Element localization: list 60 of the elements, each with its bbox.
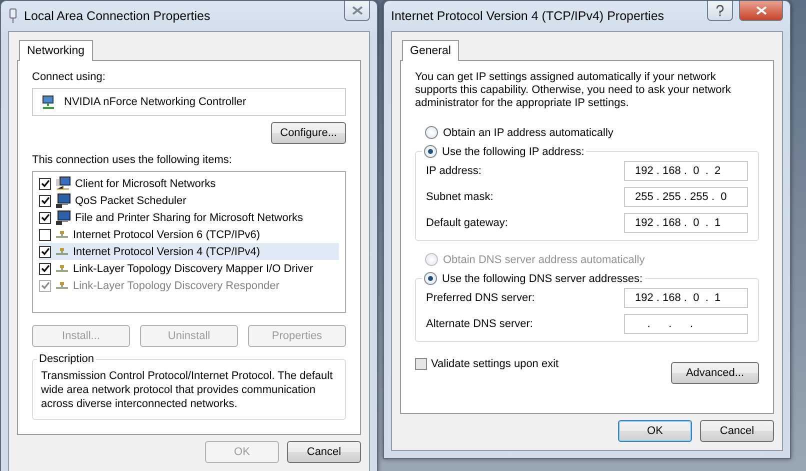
network-protocol-icon (55, 230, 69, 240)
close-button[interactable] (344, 1, 370, 21)
window-title: Local Area Connection Properties (24, 9, 212, 23)
checkbox[interactable] (415, 358, 427, 370)
network-protocol-icon (55, 264, 69, 274)
help-button[interactable] (707, 1, 733, 21)
plug-icon (8, 8, 18, 24)
computer-icon (55, 210, 71, 226)
connect-label: Connect using: (32, 71, 106, 83)
field-label: Preferred DNS server: (426, 292, 535, 304)
description-text: Transmission Control Protocol/Internet Protocol. The default wide area network protocol that provides communication across diverse interconnected networks. (41, 369, 334, 411)
radio-option[interactable]: Obtain an IP address automatically (425, 126, 759, 139)
checkbox[interactable] (39, 228, 51, 240)
group-label: Description (38, 353, 96, 365)
validate-option[interactable]: Validate settings upon exit (415, 358, 559, 370)
network-client-icon (55, 176, 71, 191)
radio-button[interactable] (424, 272, 437, 285)
close-icon (756, 6, 766, 15)
configure-button[interactable]: Configure... (271, 122, 346, 144)
list-item[interactable]: Internet Protocol Version 6 (TCP/IPv6) (39, 226, 339, 243)
window-title: Internet Protocol Version 4 (TCP/IPv4) Properties (391, 9, 666, 23)
list-item[interactable]: Client for Microsoft Networks (39, 175, 339, 192)
ip-address-field[interactable]: 192 . 168 . 0 . 1 (624, 288, 748, 308)
list-item[interactable]: Internet Protocol Version 4 (TCP/IPv4) (39, 243, 339, 260)
network-protocol-icon (55, 280, 69, 290)
radio-button[interactable] (425, 126, 438, 139)
help-icon (716, 4, 724, 16)
adapter-name: NVIDIA nForce Networking Controller (64, 96, 246, 108)
tab[interactable]: Networking (19, 40, 93, 61)
computer-icon (55, 192, 71, 208)
dialog-button[interactable]: Cancel (287, 441, 361, 463)
close-icon (352, 6, 362, 15)
advanced-button[interactable]: Advanced... (671, 362, 759, 384)
radio-option[interactable]: Use the following DNS server addresses: (424, 272, 643, 285)
list-item[interactable]: Link-Layer Topology Discovery Mapper I/O Driver (39, 260, 339, 277)
checkbox[interactable] (39, 246, 51, 258)
ip-address-field[interactable]: 255 . 255 . 255 . 0 (624, 187, 748, 207)
checkbox[interactable] (39, 178, 51, 190)
dialog-button[interactable]: Cancel (700, 420, 774, 442)
field-label: Alternate DNS server: (426, 318, 533, 330)
list-item[interactable]: QoS Packet Scheduler (39, 192, 339, 209)
field-label: IP address: (426, 165, 482, 177)
field-label: Default gateway: (426, 217, 508, 229)
radio-option[interactable]: Use the following IP address: (424, 145, 584, 158)
list-item[interactable]: File and Printer Sharing for Microsoft Networks (39, 209, 339, 226)
dialog-button[interactable]: OK (618, 420, 692, 442)
items-label: This connection uses the following items: (32, 154, 233, 166)
intro-text: You can get IP settings assigned automatically if your network supports this capability. Otherwise, you need to ask your network administrator for the appropriate IP settings. (415, 71, 732, 110)
tab[interactable]: General (402, 40, 459, 61)
ip-address-field[interactable]: . . . (624, 314, 748, 334)
network-adapter-icon (41, 94, 56, 110)
ip-address-field[interactable]: 192 . 168 . 0 . 1 (624, 213, 748, 233)
network-protocol-icon (55, 246, 69, 256)
close-button[interactable] (739, 1, 783, 21)
field-label: Subnet mask: (426, 191, 494, 203)
ip-address-field[interactable]: 192 . 168 . 0 . 2 (624, 161, 748, 181)
checkbox[interactable] (39, 212, 51, 224)
radio-button[interactable] (424, 145, 437, 158)
checkbox[interactable] (39, 194, 51, 206)
checkbox[interactable] (39, 262, 51, 274)
